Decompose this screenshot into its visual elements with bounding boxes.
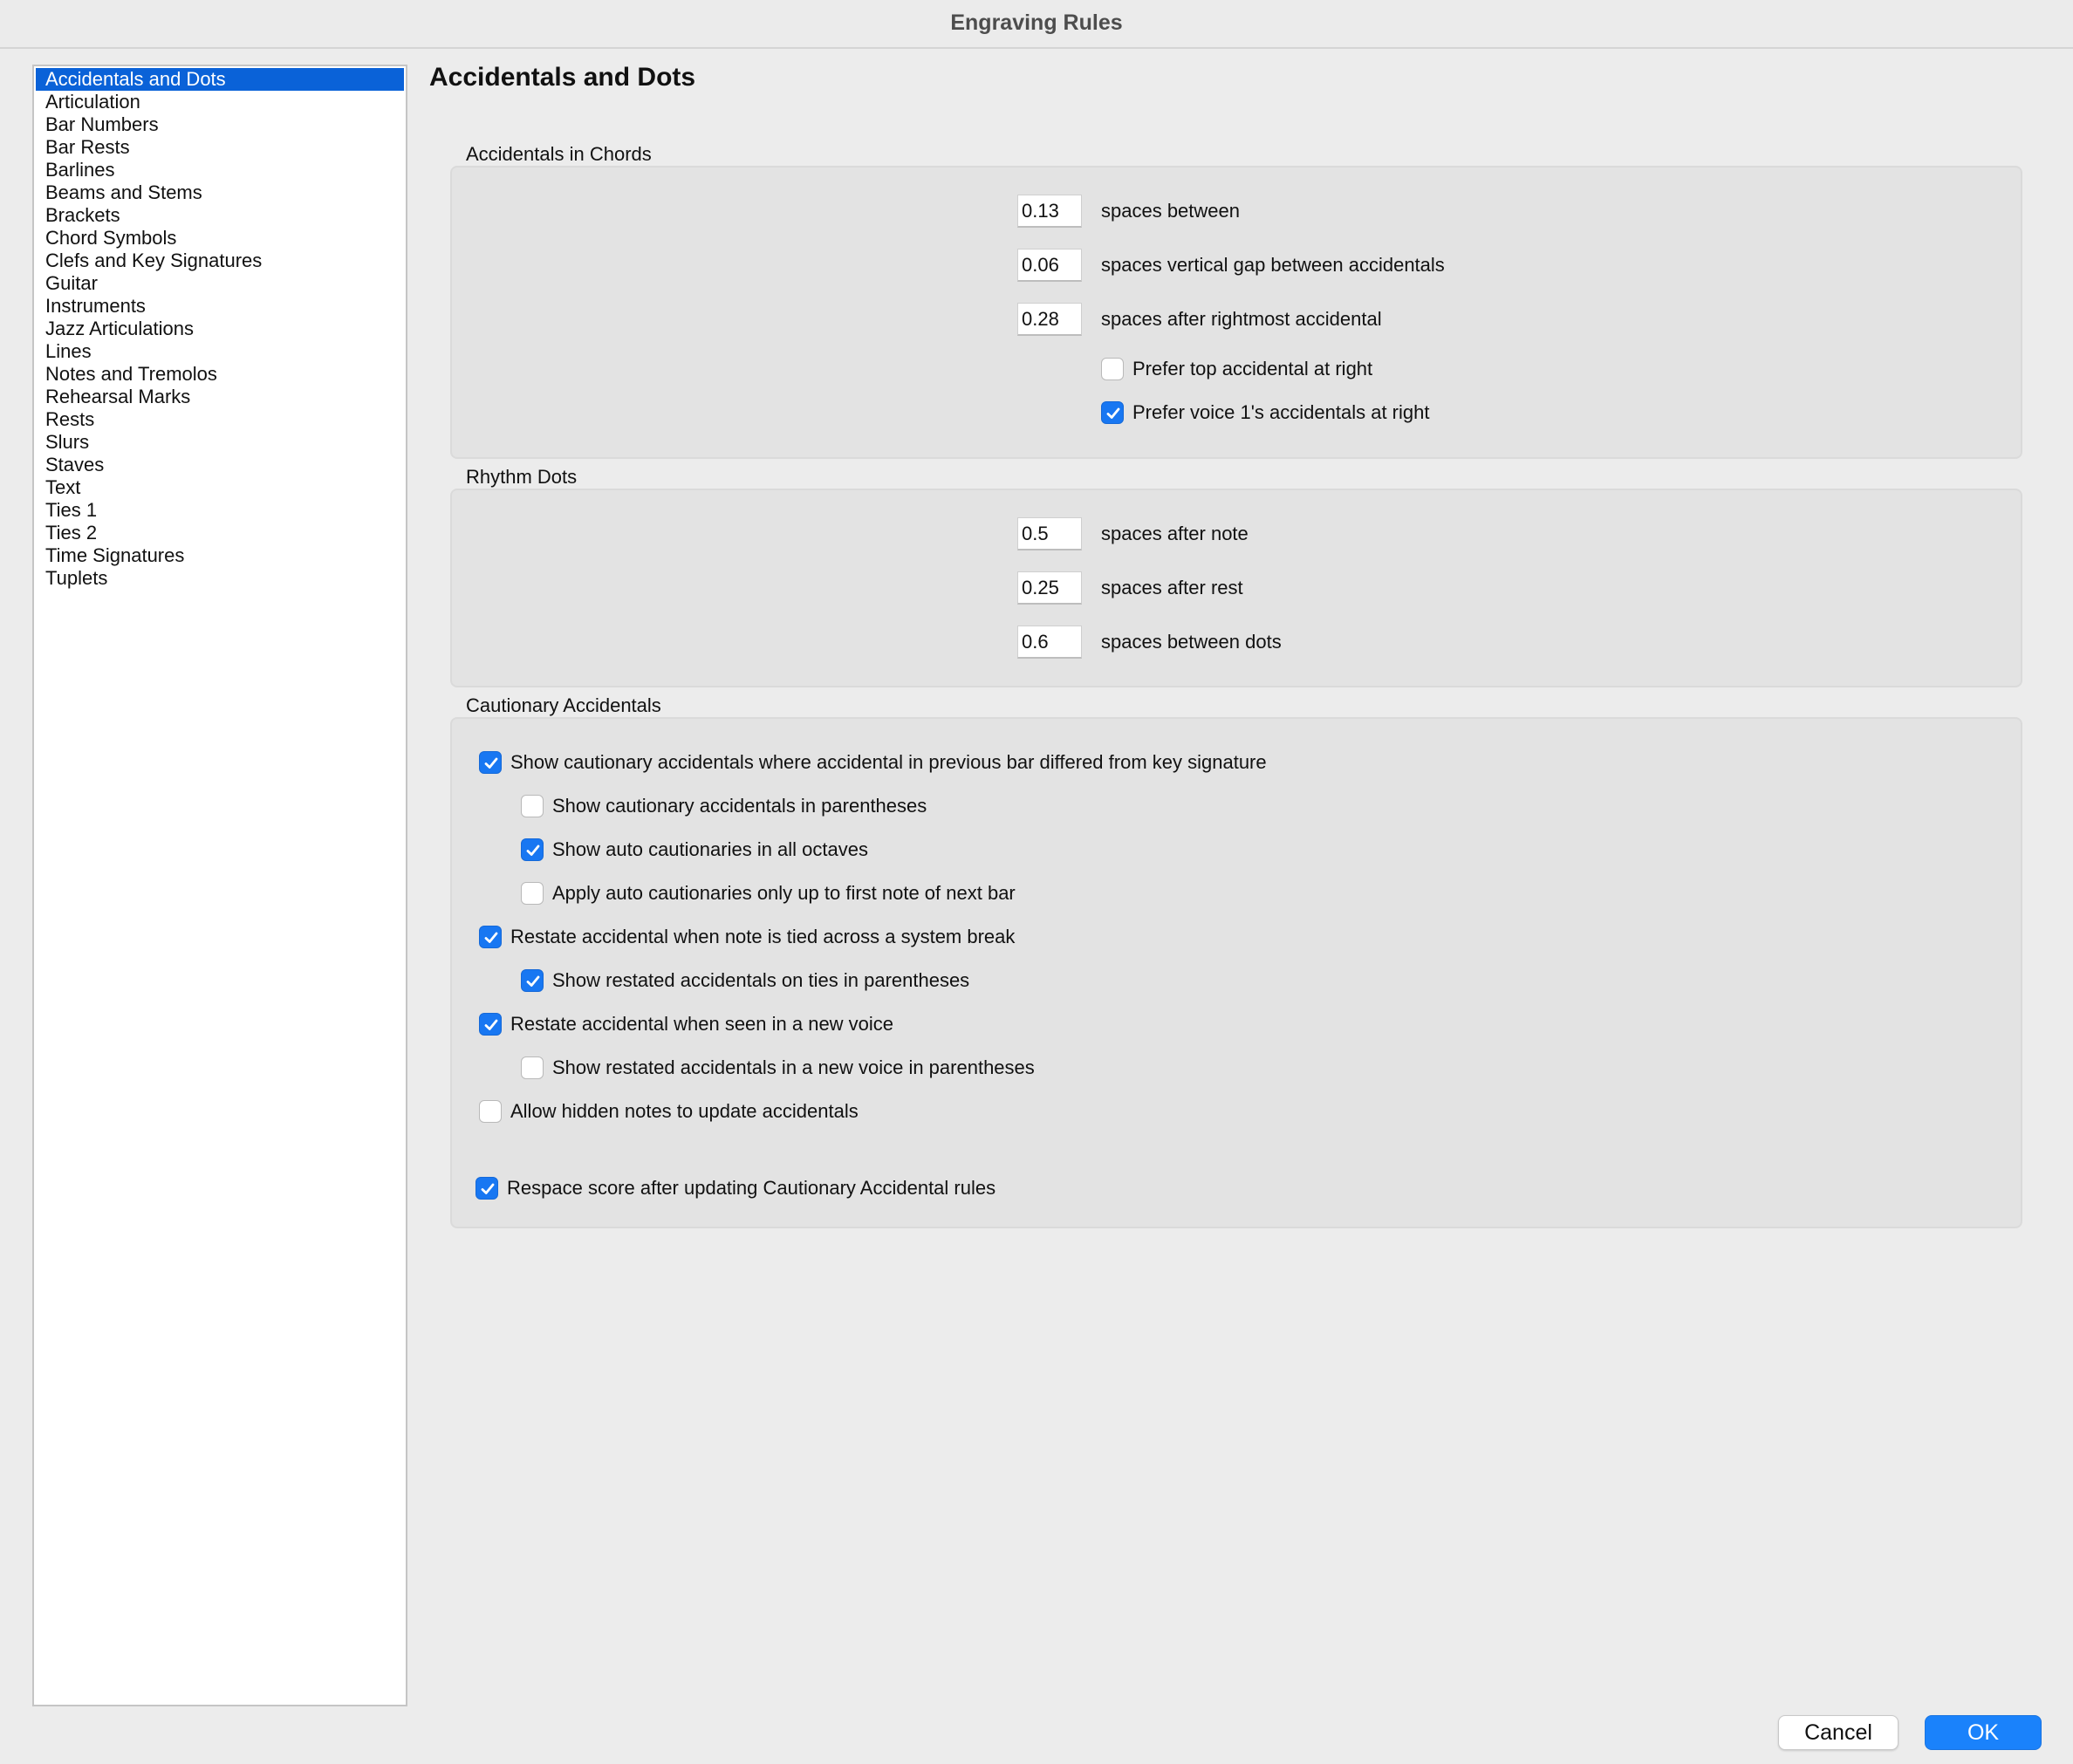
vertical-gap-field[interactable]: 0.06 — [1017, 249, 1082, 282]
checkmark-icon[interactable] — [521, 838, 544, 861]
vertical-gap-label: spaces vertical gap between accidentals — [1101, 254, 1445, 276]
sidebar-item-beams-and-stems[interactable]: Beams and Stems — [36, 181, 404, 204]
sidebar-item-tuplets[interactable]: Tuplets — [36, 567, 404, 590]
checkbox-unchecked-icon[interactable] — [521, 1056, 544, 1079]
spaces-after-note-field[interactable]: 0.5 — [1017, 517, 1082, 550]
spaces-after-rest-label: spaces after rest — [1101, 577, 1243, 598]
sidebar-item-brackets[interactable]: Brackets — [36, 204, 404, 227]
respace-score-label: Respace score after updating Cautionary … — [507, 1177, 996, 1199]
checkmark-icon[interactable] — [1101, 401, 1124, 424]
title-bar: Engraving Rules — [0, 0, 2073, 49]
sidebar-item-ties-1[interactable]: Ties 1 — [36, 499, 404, 522]
section-heading-cautionary-accidentals: Cautionary Accidentals — [466, 694, 661, 716]
hidden-notes-update-label: Allow hidden notes to update accidentals — [510, 1100, 859, 1122]
sidebar-item-articulation[interactable]: Articulation — [36, 91, 404, 113]
sidebar-item-rehearsal-marks[interactable]: Rehearsal Marks — [36, 386, 404, 408]
spaces-between-field[interactable]: 0.13 — [1017, 195, 1082, 228]
cautionary-in-parentheses-label: Show cautionary accidentals in parenthes… — [552, 795, 927, 817]
checkmark-icon[interactable] — [479, 926, 502, 948]
auto-cautionaries-first-note-label: Apply auto cautionaries only up to first… — [552, 882, 1016, 904]
sidebar-item-text[interactable]: Text — [36, 476, 404, 499]
page-title: Accidentals and Dots — [429, 63, 696, 92]
sidebar-item-barlines[interactable]: Barlines — [36, 159, 404, 181]
checkbox-unchecked-icon[interactable] — [521, 882, 544, 905]
ok-button[interactable]: OK — [1925, 1715, 2042, 1750]
cancel-button[interactable]: Cancel — [1778, 1715, 1899, 1750]
spaces-after-note-label: spaces after note — [1101, 523, 1249, 544]
spaces-between-dots-field[interactable]: 0.6 — [1017, 626, 1082, 659]
restated-new-voice-parentheses-label: Show restated accidentals in a new voice… — [552, 1056, 1035, 1078]
spaces-after-rest-field[interactable]: 0.25 — [1017, 571, 1082, 605]
restated-ties-parentheses-label: Show restated accidentals on ties in par… — [552, 969, 970, 991]
category-list[interactable]: Accidentals and Dots Articulation Bar Nu… — [32, 65, 407, 1706]
sidebar-item-rests[interactable]: Rests — [36, 408, 404, 431]
checkbox-unchecked-icon[interactable] — [479, 1100, 502, 1123]
auto-cautionaries-all-octaves-label: Show auto cautionaries in all octaves — [552, 838, 868, 860]
sidebar-item-time-signatures[interactable]: Time Signatures — [36, 544, 404, 567]
spaces-between-label: spaces between — [1101, 200, 1240, 222]
prefer-voice-1-accidentals-label: Prefer voice 1's accidentals at right — [1132, 401, 1430, 423]
prefer-top-accidental-label: Prefer top accidental at right — [1132, 358, 1373, 379]
checkmark-icon[interactable] — [479, 1013, 502, 1036]
section-heading-rhythm-dots: Rhythm Dots — [466, 466, 578, 488]
sidebar-item-bar-rests[interactable]: Bar Rests — [36, 136, 404, 159]
sidebar-item-slurs[interactable]: Slurs — [36, 431, 404, 454]
sidebar-item-ties-2[interactable]: Ties 2 — [36, 522, 404, 544]
restate-tied-system-break-label: Restate accidental when note is tied acr… — [510, 926, 1016, 947]
spaces-between-dots-label: spaces between dots — [1101, 631, 1282, 653]
sidebar-item-chord-symbols[interactable]: Chord Symbols — [36, 227, 404, 250]
checkmark-icon[interactable] — [521, 969, 544, 992]
checkbox-unchecked-icon[interactable] — [1101, 358, 1124, 380]
checkbox-unchecked-icon[interactable] — [521, 795, 544, 817]
sidebar-item-notes-and-tremolos[interactable]: Notes and Tremolos — [36, 363, 404, 386]
spaces-after-rightmost-field[interactable]: 0.28 — [1017, 303, 1082, 336]
section-heading-accidentals-in-chords: Accidentals in Chords — [466, 143, 652, 165]
sidebar-item-bar-numbers[interactable]: Bar Numbers — [36, 113, 404, 136]
spaces-after-rightmost-label: spaces after rightmost accidental — [1101, 308, 1382, 330]
sidebar-item-clefs-and-key-signatures[interactable]: Clefs and Key Signatures — [36, 250, 404, 272]
sidebar-item-guitar[interactable]: Guitar — [36, 272, 404, 295]
sidebar-item-lines[interactable]: Lines — [36, 340, 404, 363]
checkmark-icon[interactable] — [475, 1177, 498, 1200]
window-title: Engraving Rules — [950, 10, 1123, 35]
sidebar-item-staves[interactable]: Staves — [36, 454, 404, 476]
sidebar-item-jazz-articulations[interactable]: Jazz Articulations — [36, 318, 404, 340]
sidebar-item-accidentals-and-dots[interactable]: Accidentals and Dots — [36, 68, 404, 91]
show-cautionary-accidentals-label: Show cautionary accidentals where accide… — [510, 751, 1267, 773]
sidebar-item-instruments[interactable]: Instruments — [36, 295, 404, 318]
checkmark-icon[interactable] — [479, 751, 502, 774]
restate-new-voice-label: Restate accidental when seen in a new vo… — [510, 1013, 894, 1035]
